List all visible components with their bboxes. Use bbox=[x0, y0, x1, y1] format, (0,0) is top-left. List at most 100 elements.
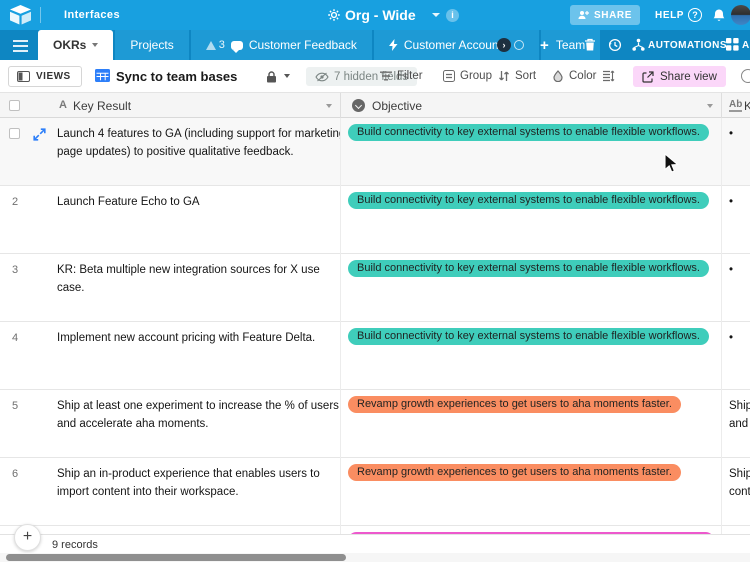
question-icon[interactable]: ? bbox=[688, 8, 702, 22]
tab-label: Customer Accounts bbox=[403, 38, 508, 52]
filter-label: Filter bbox=[397, 70, 423, 82]
apps-label[interactable]: APPS bbox=[742, 40, 750, 51]
scroll-tabs-badge[interactable]: › bbox=[497, 38, 511, 52]
chevron-down-icon[interactable] bbox=[284, 74, 290, 78]
interfaces-label[interactable]: Interfaces bbox=[64, 9, 120, 21]
column-name: K bbox=[744, 99, 750, 113]
search-icon[interactable] bbox=[741, 69, 750, 83]
airtable-logo-icon[interactable] bbox=[8, 4, 33, 31]
warning-count: 3 bbox=[218, 39, 225, 51]
key-result-cell[interactable]: 4 Implement new account pricing with Fea… bbox=[0, 322, 341, 390]
column-name: Objective bbox=[372, 99, 423, 113]
tab-customer-accounts[interactable]: Customer Accounts bbox=[373, 30, 539, 60]
table-header: A Key Result Objective Ab K bbox=[0, 93, 750, 118]
table-row[interactable]: 5 Ship at least one experiment to increa… bbox=[0, 390, 750, 458]
share-view-icon bbox=[642, 70, 654, 83]
sort-button[interactable]: Sort bbox=[498, 70, 536, 82]
column-header-objective[interactable]: Objective bbox=[341, 93, 722, 118]
menu-icon[interactable] bbox=[13, 39, 28, 57]
user-avatar[interactable] bbox=[731, 5, 750, 25]
automations-label[interactable]: AUTOMATIONS bbox=[648, 40, 727, 51]
scrollbar-thumb[interactable] bbox=[6, 554, 346, 561]
bell-icon[interactable] bbox=[712, 8, 726, 28]
help-button[interactable]: HELP bbox=[655, 10, 684, 21]
detail-cell[interactable]: • bbox=[722, 186, 750, 254]
expand-record-icon[interactable] bbox=[33, 128, 46, 146]
objective-cell[interactable]: Build connectivity to key external syste… bbox=[341, 322, 722, 390]
table-row[interactable]: 4 Implement new account pricing with Fea… bbox=[0, 322, 750, 390]
row-checkbox[interactable] bbox=[9, 128, 20, 139]
views-button-label: VIEWS bbox=[36, 71, 71, 82]
detail-text: Ship an in-product experience that enabl… bbox=[729, 468, 750, 498]
tab-bar: OKRs Projects 3 Customer Feedback Custom… bbox=[0, 30, 750, 60]
objective-cell[interactable]: Revamp growth experiences to get users t… bbox=[341, 390, 722, 458]
share-view-button[interactable]: Share view bbox=[633, 66, 726, 87]
detail-cell[interactable]: Ship at least one experiment to increase… bbox=[722, 390, 750, 458]
tab-projects[interactable]: Projects bbox=[115, 30, 189, 60]
objective-pill: Build connectivity to key external syste… bbox=[348, 328, 709, 345]
column-header-key-result[interactable]: A Key Result bbox=[0, 93, 341, 118]
objective-cell[interactable]: Build connectivity to key external syste… bbox=[341, 186, 722, 254]
row-number: 3 bbox=[11, 264, 19, 276]
key-result-cell[interactable]: 6 Ship an in-product experience that ena… bbox=[0, 458, 341, 526]
chevron-down-icon[interactable] bbox=[326, 104, 332, 108]
row-number: 2 bbox=[11, 196, 19, 208]
table-row[interactable]: Launch 4 features to GA (including suppo… bbox=[0, 118, 750, 186]
column-header-partial[interactable]: Ab K bbox=[722, 93, 750, 118]
share-view-label: Share view bbox=[660, 70, 717, 83]
row-height-icon bbox=[603, 70, 615, 82]
grid-view-icon bbox=[95, 69, 110, 87]
row-number: 5 bbox=[11, 400, 19, 412]
tab-okrs[interactable]: OKRs bbox=[38, 30, 114, 60]
key-result-text: Implement new account pricing with Featu… bbox=[57, 332, 316, 344]
detail-text: • bbox=[729, 128, 734, 140]
paint-icon bbox=[553, 70, 563, 82]
objective-pill: Revamp growth experiences to get users t… bbox=[348, 464, 681, 481]
group-label: Group bbox=[460, 70, 492, 82]
detail-cell[interactable]: • bbox=[722, 118, 750, 186]
table-row[interactable]: 3 KR: Beta multiple new integration sour… bbox=[0, 254, 750, 322]
objective-cell[interactable]: Build connectivity to key external syste… bbox=[341, 254, 722, 322]
objective-pill: Build connectivity to key external syste… bbox=[348, 192, 709, 209]
color-button[interactable]: Color bbox=[552, 70, 596, 82]
lightning-icon bbox=[388, 39, 398, 51]
select-all-checkbox[interactable] bbox=[9, 100, 20, 111]
key-result-cell[interactable]: 3 KR: Beta multiple new integration sour… bbox=[0, 254, 341, 322]
detail-cell[interactable]: • bbox=[722, 254, 750, 322]
text-field-icon: A bbox=[59, 99, 67, 111]
base-title[interactable]: Org - Wide bbox=[345, 7, 416, 23]
key-result-cell[interactable]: Launch 4 features to GA (including suppo… bbox=[0, 118, 341, 186]
history-icon[interactable] bbox=[608, 38, 622, 57]
table-tabs: OKRs Projects 3 Customer Feedback Custom… bbox=[38, 30, 602, 60]
views-button[interactable]: VIEWS bbox=[8, 66, 82, 87]
chevron-down-icon[interactable] bbox=[432, 13, 440, 17]
chevron-down-icon[interactable] bbox=[707, 104, 713, 108]
view-name[interactable]: Sync to team bases bbox=[116, 69, 237, 84]
objective-pill: Revamp growth experiences to get users t… bbox=[348, 396, 681, 413]
automations-icon[interactable] bbox=[632, 38, 645, 57]
sort-icon bbox=[499, 71, 509, 81]
table-row[interactable]: 2 Launch Feature Echo to GA Build connec… bbox=[0, 186, 750, 254]
apps-icon[interactable] bbox=[726, 38, 739, 56]
share-button[interactable]: SHARE bbox=[570, 5, 640, 25]
detail-text: • bbox=[729, 264, 734, 276]
group-button[interactable]: Group bbox=[443, 70, 492, 82]
table-row[interactable]: 6 Ship an in-product experience that ena… bbox=[0, 458, 750, 526]
add-table-button[interactable]: + bbox=[540, 37, 549, 54]
add-record-button[interactable]: + bbox=[14, 524, 41, 551]
key-result-text: Ship at least one experiment to increase… bbox=[57, 400, 339, 430]
tab-customer-feedback[interactable]: 3 Customer Feedback bbox=[190, 30, 372, 60]
key-result-cell[interactable]: 5 Ship at least one experiment to increa… bbox=[0, 390, 341, 458]
row-height-button[interactable] bbox=[602, 70, 615, 82]
key-result-text: Ship an in-product experience that enabl… bbox=[57, 468, 320, 498]
detail-cell[interactable]: • bbox=[722, 322, 750, 390]
detail-cell[interactable]: Ship an in-product experience that enabl… bbox=[722, 458, 750, 526]
records-count: 9 records bbox=[52, 539, 98, 551]
info-icon[interactable]: i bbox=[446, 9, 459, 22]
horizontal-scrollbar[interactable] bbox=[0, 553, 750, 562]
key-result-cell[interactable]: 2 Launch Feature Echo to GA bbox=[0, 186, 341, 254]
objective-cell[interactable]: Revamp growth experiences to get users t… bbox=[341, 458, 722, 526]
filter-button[interactable]: Filter bbox=[380, 70, 423, 82]
trash-icon[interactable] bbox=[584, 38, 596, 57]
tab-label: OKRs bbox=[53, 38, 87, 52]
